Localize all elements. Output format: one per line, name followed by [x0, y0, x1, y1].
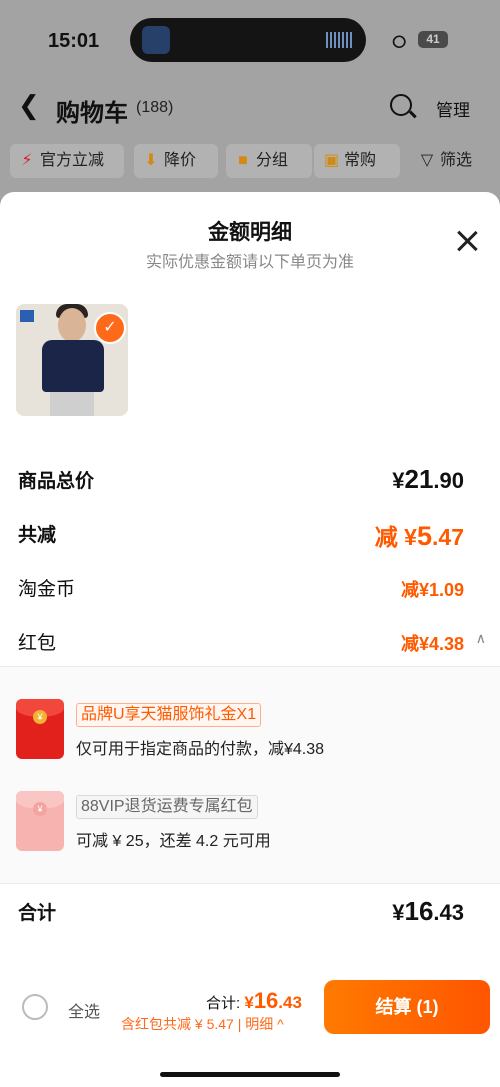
sheet-title: 金额明细 [208, 221, 292, 244]
dynamic-island [130, 18, 366, 62]
discount-value: 减 ¥5.47 [374, 521, 464, 551]
chip-official-discount[interactable]: ⚡ 官方立减 [10, 144, 124, 178]
now-playing-thumbnail [142, 26, 170, 54]
discount-label: 共减 [18, 525, 57, 546]
status-time: 15:01 [48, 30, 100, 52]
select-all-radio[interactable] [22, 994, 48, 1020]
page-title: 购物车 [56, 100, 128, 127]
coupon-tag: 88VIP退货运费专属红包 [76, 795, 258, 819]
status-bar: 15:01 ⭘ 41 [0, 0, 500, 80]
selected-check-icon[interactable]: ✓ [94, 312, 126, 344]
audio-wave-icon [326, 32, 352, 48]
coupon-tag: 品牌U享天猫服饰礼金X1 [76, 703, 262, 727]
select-all-label[interactable]: 全选 [68, 998, 100, 1022]
summary-label: 合计 [18, 903, 57, 924]
checkout-button[interactable]: 结算 (1) [324, 980, 490, 1034]
chip-price-drop[interactable]: ⬇ 降价 [134, 144, 218, 178]
lightning-icon: ⚡ [21, 152, 33, 169]
redpacket-label[interactable]: 红包 [18, 628, 56, 655]
product-thumbnail[interactable]: ✓ [16, 304, 128, 416]
filter-chips: ⚡ 官方立减 ⬇ 降价 ■ 分组 ▣ 常购 ▽ 筛选 [10, 144, 500, 180]
coin-label: 淘金币 [18, 579, 76, 600]
amount-detail-sheet: 金额明细 实际优惠金额请以下单页为准 ✓ 商品总价 ¥21.90 共减 减 ¥5… [0, 192, 500, 1087]
sheet-subtitle: 实际优惠金额请以下单页为准 [145, 254, 354, 271]
total-value: ¥21.90 [392, 464, 464, 494]
red-envelope-icon: ¥ [16, 791, 64, 851]
coupon-desc: 可减 ¥ 25，还差 4.2 元可用 [76, 833, 271, 850]
search-icon[interactable] [390, 94, 412, 116]
chip-frequent[interactable]: ▣ 常购 [314, 144, 400, 178]
cart-icon: ▣ [324, 152, 340, 169]
chevron-up-icon[interactable]: ∧ [476, 630, 486, 647]
bottom-total: 合计: ¥16.43 [206, 988, 302, 1013]
arrow-down-icon: ⬇ [144, 152, 158, 169]
close-icon[interactable] [454, 228, 480, 254]
filter-icon: ▽ [420, 152, 434, 169]
nav-bar: ❮ 购物车 (188) 管理 [0, 88, 500, 128]
manage-button[interactable]: 管理 [436, 96, 470, 121]
brand-logo [20, 310, 34, 322]
battery-icon: 41 [418, 31, 448, 48]
discount-detail-link[interactable]: 含红包共减 ¥ 5.47 | 明细 ^ [121, 1014, 284, 1034]
total-label: 商品总价 [18, 471, 95, 492]
back-icon[interactable]: ❮ [18, 90, 40, 121]
folder-icon: ■ [238, 152, 248, 169]
coupon-list: ¥ 品牌U享天猫服饰礼金X1 仅可用于指定商品的付款，减¥4.38 ¥ 88VI… [0, 666, 500, 884]
chip-group[interactable]: ■ 分组 [226, 144, 312, 178]
cart-count: (188) [136, 99, 174, 116]
checkout-bar: 全选 合计: ¥16.43 含红包共减 ¥ 5.47 | 明细 ^ 结算 (1) [0, 970, 500, 1087]
chip-filter[interactable]: ▽ 筛选 [410, 144, 494, 178]
coupon-desc: 仅可用于指定商品的付款，减¥4.38 [76, 741, 325, 758]
home-indicator [160, 1072, 340, 1077]
coin-value: 减¥1.09 [400, 580, 464, 600]
summary-value: ¥16.43 [392, 896, 464, 926]
red-envelope-icon: ¥ [16, 699, 64, 759]
wifi-icon: ⭘ [392, 32, 407, 52]
redpacket-value[interactable]: 减¥4.38 [401, 630, 464, 656]
